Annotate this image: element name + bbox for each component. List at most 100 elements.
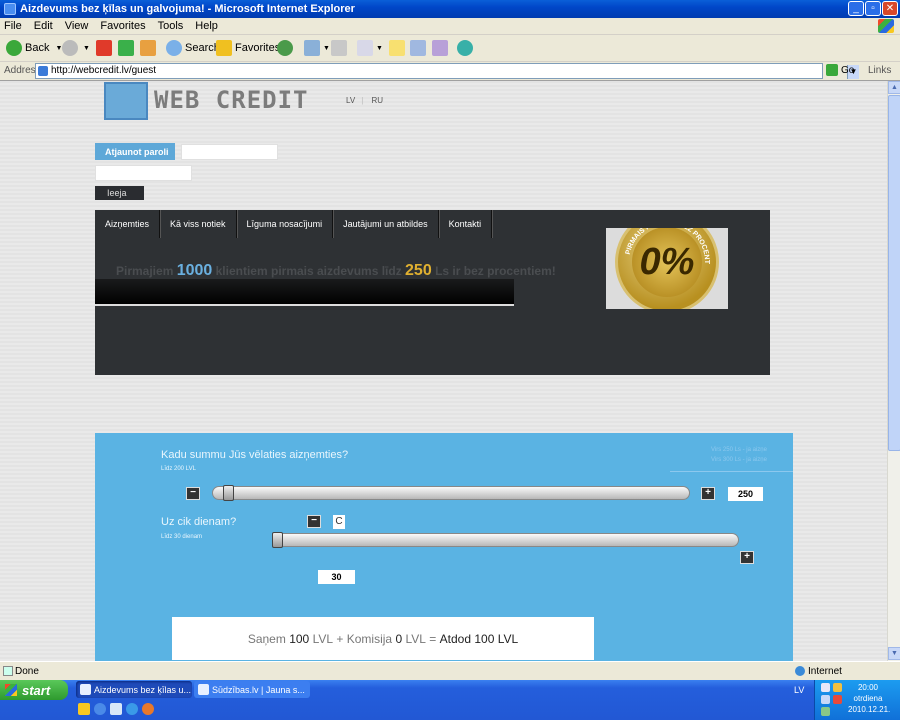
menu-file[interactable]: File [4, 20, 22, 32]
back-arrow-icon [6, 40, 22, 56]
days-knob[interactable]: C [333, 515, 345, 529]
taskbar-item-aizdevums[interactable]: Aizdevums bez ķīlas u... [76, 681, 192, 698]
language-switch: LV | RU [346, 96, 384, 105]
quicklaunch-desktop-icon[interactable] [110, 703, 122, 715]
site-logo-image[interactable] [104, 82, 148, 120]
home-icon [140, 40, 156, 56]
vertical-scrollbar[interactable]: ▲ ▼ [887, 81, 900, 661]
days-plus-button[interactable]: + [740, 551, 754, 564]
edit-button[interactable]: ▼ [357, 39, 383, 57]
days-minus-button[interactable]: − [307, 515, 321, 528]
amount-value[interactable]: 250 [728, 487, 763, 501]
badge-center: 0% [632, 228, 702, 297]
menu-tools[interactable]: Tools [158, 20, 184, 32]
star-icon [216, 40, 232, 56]
login-button[interactable]: Ieeja [95, 186, 144, 200]
discuss-button[interactable] [389, 39, 408, 57]
main-nav: Aizņemties Kā viss notiek Līguma nosacīj… [95, 210, 493, 238]
internet-zone-icon [795, 666, 805, 676]
badge-percent: 0% [639, 240, 695, 283]
search-button[interactable]: Search [166, 39, 220, 57]
messenger-button[interactable] [432, 39, 451, 57]
tray-app-icon[interactable] [821, 707, 830, 716]
toolbar: Back ▼ ▼ Search Favorites ▼ ▼ [0, 35, 900, 62]
username-input[interactable] [181, 144, 278, 160]
print-button[interactable] [331, 39, 350, 57]
favorites-button[interactable]: Favorites [216, 39, 280, 57]
address-input[interactable]: http://webcredit.lv/guest ▼ [35, 63, 859, 79]
status-bar: Done Internet [0, 661, 900, 680]
password-input[interactable] [95, 165, 192, 181]
site-logo-text[interactable]: WEB CREDIT [154, 86, 309, 114]
address-url: http://webcredit.lv/guest [51, 65, 157, 76]
clock[interactable]: 20:00 otrdiena 2010.12.21. [848, 682, 890, 715]
search-label: Search [185, 42, 220, 54]
links-button[interactable]: Links [868, 65, 891, 76]
start-button[interactable]: start [0, 680, 68, 700]
msn-button[interactable] [457, 39, 476, 57]
amount-minus-button[interactable]: − [186, 487, 200, 500]
promo-part3: Ls ir bez procentiem! [431, 264, 556, 278]
summary-return: Atdod 100 LVL [439, 631, 519, 646]
amount-slider-handle[interactable] [223, 485, 234, 501]
lang-ru[interactable]: RU [372, 96, 384, 105]
promo-text: Pirmajiem 1000 klientiem pirmais aizdevu… [116, 262, 556, 280]
quicklaunch-ie-icon[interactable] [94, 703, 106, 715]
promo-number-1000: 1000 [176, 262, 213, 279]
scroll-down-icon[interactable]: ▼ [888, 647, 900, 660]
scroll-up-icon[interactable]: ▲ [888, 81, 900, 94]
days-value[interactable]: 30 [318, 570, 355, 584]
forward-arrow-icon [62, 40, 78, 56]
back-button[interactable]: Back ▼ [6, 39, 62, 57]
amount-plus-button[interactable]: + [701, 487, 715, 500]
divider [670, 471, 793, 472]
forward-dropdown-icon[interactable]: ▼ [83, 45, 90, 52]
favorites-label: Favorites [235, 42, 281, 54]
summary-unit-1: LVL [312, 631, 334, 646]
research-button[interactable] [410, 39, 429, 57]
tray-security-icon[interactable] [833, 683, 842, 692]
lang-lv[interactable]: LV [346, 96, 355, 105]
scroll-thumb[interactable] [888, 95, 900, 451]
ie-icon [4, 3, 16, 15]
summary-equals: = [429, 631, 437, 646]
tray-volume-icon[interactable] [821, 695, 830, 704]
days-slider-handle[interactable] [272, 532, 283, 548]
nav-faq[interactable]: Jautājumi un atbildes [333, 210, 439, 238]
input-language[interactable]: LV [794, 685, 804, 695]
history-button[interactable] [277, 39, 296, 57]
tray-alert-icon[interactable] [833, 695, 842, 704]
nav-borrow[interactable]: Aizņemties [95, 210, 161, 238]
reset-password-button[interactable]: Atjaunot paroli [95, 143, 175, 160]
menu-favorites[interactable]: Favorites [100, 20, 145, 32]
nav-terms[interactable]: Līguma nosacījumi [237, 210, 334, 238]
quicklaunch-windows-icon[interactable] [78, 703, 90, 715]
nav-contacts[interactable]: Kontakti [439, 210, 493, 238]
promo-number-250: 250 [405, 262, 432, 279]
amount-slider[interactable] [212, 486, 690, 500]
minimize-button[interactable]: _ [848, 1, 864, 16]
quicklaunch-firefox-icon[interactable] [142, 703, 154, 715]
stop-button[interactable] [96, 39, 115, 57]
tray-network-icon[interactable] [821, 683, 830, 692]
promo-part2: klientiem pirmais aizdevums līdz [212, 264, 406, 278]
mail-button[interactable]: ▼ [304, 39, 330, 57]
forward-button[interactable]: ▼ [62, 39, 90, 57]
menu-view[interactable]: View [65, 20, 89, 32]
close-button[interactable]: ✕ [882, 1, 898, 16]
go-button[interactable]: Go [826, 64, 854, 76]
days-slider[interactable] [272, 533, 739, 547]
menu-help[interactable]: Help [195, 20, 218, 32]
msn-icon [457, 40, 473, 56]
taskbar-item-sudzibas[interactable]: Sūdzības.lv | Jauna s... [194, 681, 310, 698]
maximize-button[interactable]: ▫ [865, 1, 881, 16]
amount-subtitle: Līdz 200 LVL [161, 466, 196, 472]
refresh-button[interactable] [118, 39, 137, 57]
home-button[interactable] [140, 39, 159, 57]
summary-fee-label: Komisija [346, 631, 393, 646]
summary-plus: + [336, 631, 344, 646]
nav-how-it-works[interactable]: Kā viss notiek [160, 210, 237, 238]
summary-unit-2: LVL [405, 631, 426, 646]
menu-edit[interactable]: Edit [34, 20, 53, 32]
quicklaunch-chrome-icon[interactable] [126, 703, 138, 715]
